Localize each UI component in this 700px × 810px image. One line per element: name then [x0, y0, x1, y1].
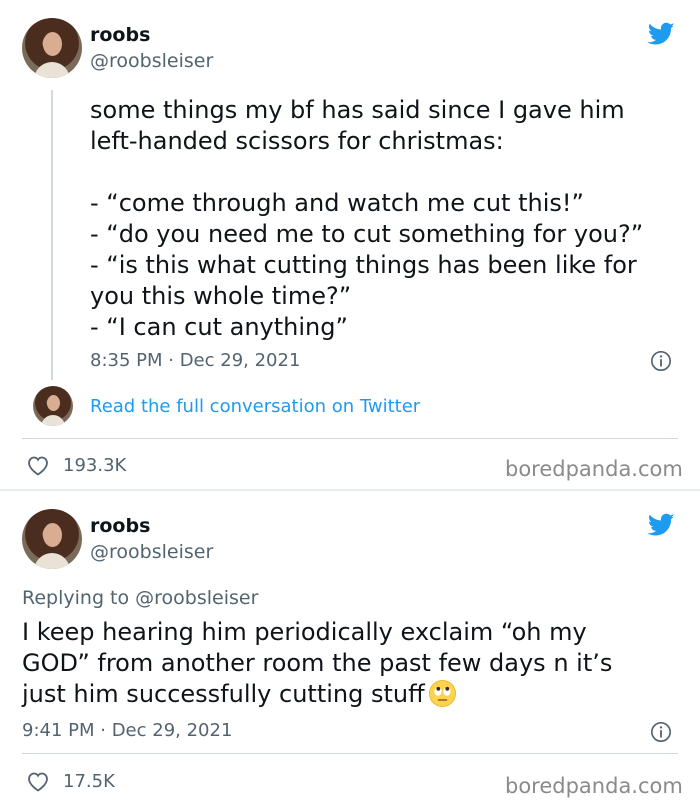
- watermark: boredpanda.com: [505, 457, 683, 481]
- replying-to[interactable]: Replying to @roobsleiser: [22, 587, 258, 609]
- heart-icon[interactable]: [26, 770, 50, 792]
- tweet-text-container: I keep hearing him periodically exclaim …: [22, 617, 692, 710]
- like-count: 193.3K: [63, 455, 127, 476]
- tweet-card-2: roobs @roobsleiser Replying to @roobslei…: [0, 491, 700, 810]
- rolling-eyes-emoji-icon: [428, 680, 456, 707]
- avatar[interactable]: [22, 18, 82, 78]
- info-icon[interactable]: [650, 350, 672, 372]
- info-icon[interactable]: [650, 721, 672, 743]
- heart-icon[interactable]: [26, 454, 50, 476]
- author-name[interactable]: roobs: [90, 515, 150, 537]
- read-full-conversation-link[interactable]: Read the full conversation on Twitter: [90, 396, 420, 417]
- twitter-bird-icon[interactable]: [645, 20, 677, 48]
- tweet-text: I keep hearing him periodically exclaim …: [22, 618, 613, 708]
- tweet-timestamp[interactable]: 9:41 PM · Dec 29, 2021: [22, 720, 232, 741]
- author-handle[interactable]: @roobsleiser: [90, 541, 213, 563]
- avatar-small[interactable]: [33, 386, 73, 426]
- divider-line: [22, 438, 678, 439]
- avatar[interactable]: [22, 509, 82, 569]
- divider-line: [22, 753, 678, 754]
- author-handle[interactable]: @roobsleiser: [90, 50, 213, 72]
- thread-line: [51, 90, 53, 380]
- tweet-card-1: roobs @roobsleiser some things my bf has…: [0, 0, 700, 490]
- tweet-timestamp[interactable]: 8:35 PM · Dec 29, 2021: [90, 350, 300, 371]
- watermark: boredpanda.com: [505, 774, 683, 798]
- tweet-text: some things my bf has said since I gave …: [90, 96, 644, 341]
- twitter-bird-icon[interactable]: [645, 511, 677, 539]
- like-count: 17.5K: [63, 771, 115, 792]
- author-name[interactable]: roobs: [90, 24, 150, 46]
